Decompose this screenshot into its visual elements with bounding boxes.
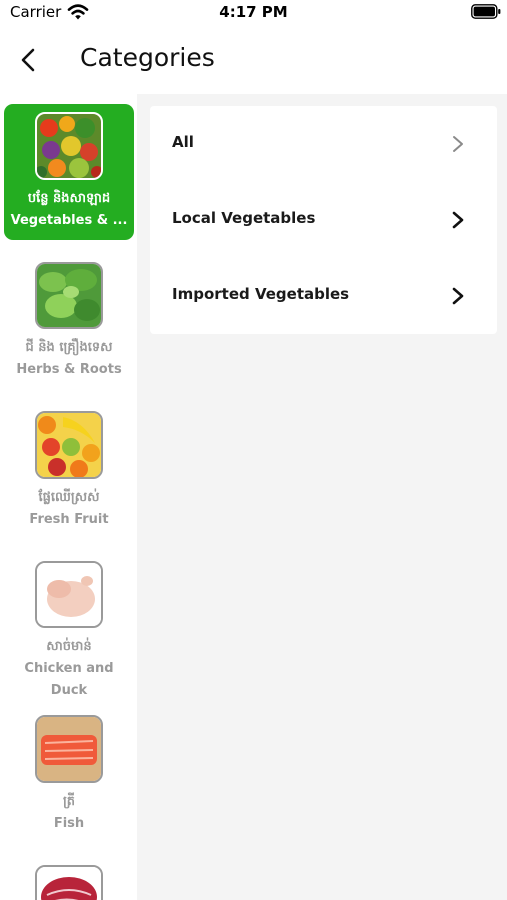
subcategory-row-all[interactable]: All [150, 106, 497, 182]
category-item-vegetables[interactable]: បន្លែ និងសាឡាដ Vegetables & ... [4, 104, 134, 240]
subcategory-list: All Local Vegetables Imported Vegetables [150, 106, 497, 334]
chevron-right-icon [452, 211, 464, 229]
category-item-fish[interactable]: ត្រី Fish [4, 715, 134, 835]
category-item-fruit[interactable]: ផ្លែឈើស្រស់ Fresh Fruit [4, 411, 134, 551]
meat-thumbnail [35, 865, 103, 900]
subcategory-row-local-vegetables[interactable]: Local Vegetables [150, 182, 497, 258]
fish-thumbnail [35, 715, 103, 783]
category-label-km: ត្រី [62, 794, 76, 809]
subcategory-row-imported-vegetables[interactable]: Imported Vegetables [150, 258, 497, 334]
category-label-en: Fish [53, 816, 85, 831]
back-button[interactable] [10, 42, 46, 78]
category-item-chicken[interactable]: សាច់មាន់ Chicken and Duck [4, 561, 134, 701]
chevron-right-icon [453, 136, 463, 152]
chevron-left-icon [21, 48, 35, 72]
herbs-thumbnail [35, 262, 103, 329]
subcategory-label: Imported Vegetables [172, 285, 350, 303]
chevron-right-icon [452, 287, 464, 305]
category-item-herbs[interactable]: ជី និង គ្រឿងទេស Herbs & Roots [4, 262, 134, 380]
status-time: 4:17 PM [219, 3, 288, 21]
fruit-thumbnail [35, 411, 103, 479]
category-label-en: Vegetables & ... [10, 213, 128, 228]
vegetables-thumbnail [35, 112, 103, 180]
category-label-en: Herbs & Roots [16, 361, 122, 377]
category-label-km: ផ្លែឈើស្រស់ [38, 490, 100, 505]
subcategory-label: All [172, 133, 194, 151]
page-title: Categories [80, 43, 215, 72]
category-label-km: បន្លែ និងសាឡាដ [27, 191, 111, 206]
subcategory-label: Local Vegetables [172, 209, 316, 227]
nav-bar: Categories [0, 26, 507, 94]
category-label-km: ជី និង គ្រឿងទេស [25, 339, 113, 355]
category-label-km: សាច់មាន់ [46, 639, 92, 655]
category-label-en: Chicken and Duck [24, 661, 114, 699]
battery-icon [471, 4, 501, 19]
status-bar: Carrier 4:17 PM [0, 0, 507, 26]
category-label-en: Fresh Fruit [29, 512, 109, 527]
category-item-meat[interactable] [4, 865, 134, 900]
category-sidebar[interactable]: បន្លែ និងសាឡាដ Vegetables & ... ជី និង គ… [0, 94, 137, 900]
chicken-thumbnail [35, 561, 103, 629]
